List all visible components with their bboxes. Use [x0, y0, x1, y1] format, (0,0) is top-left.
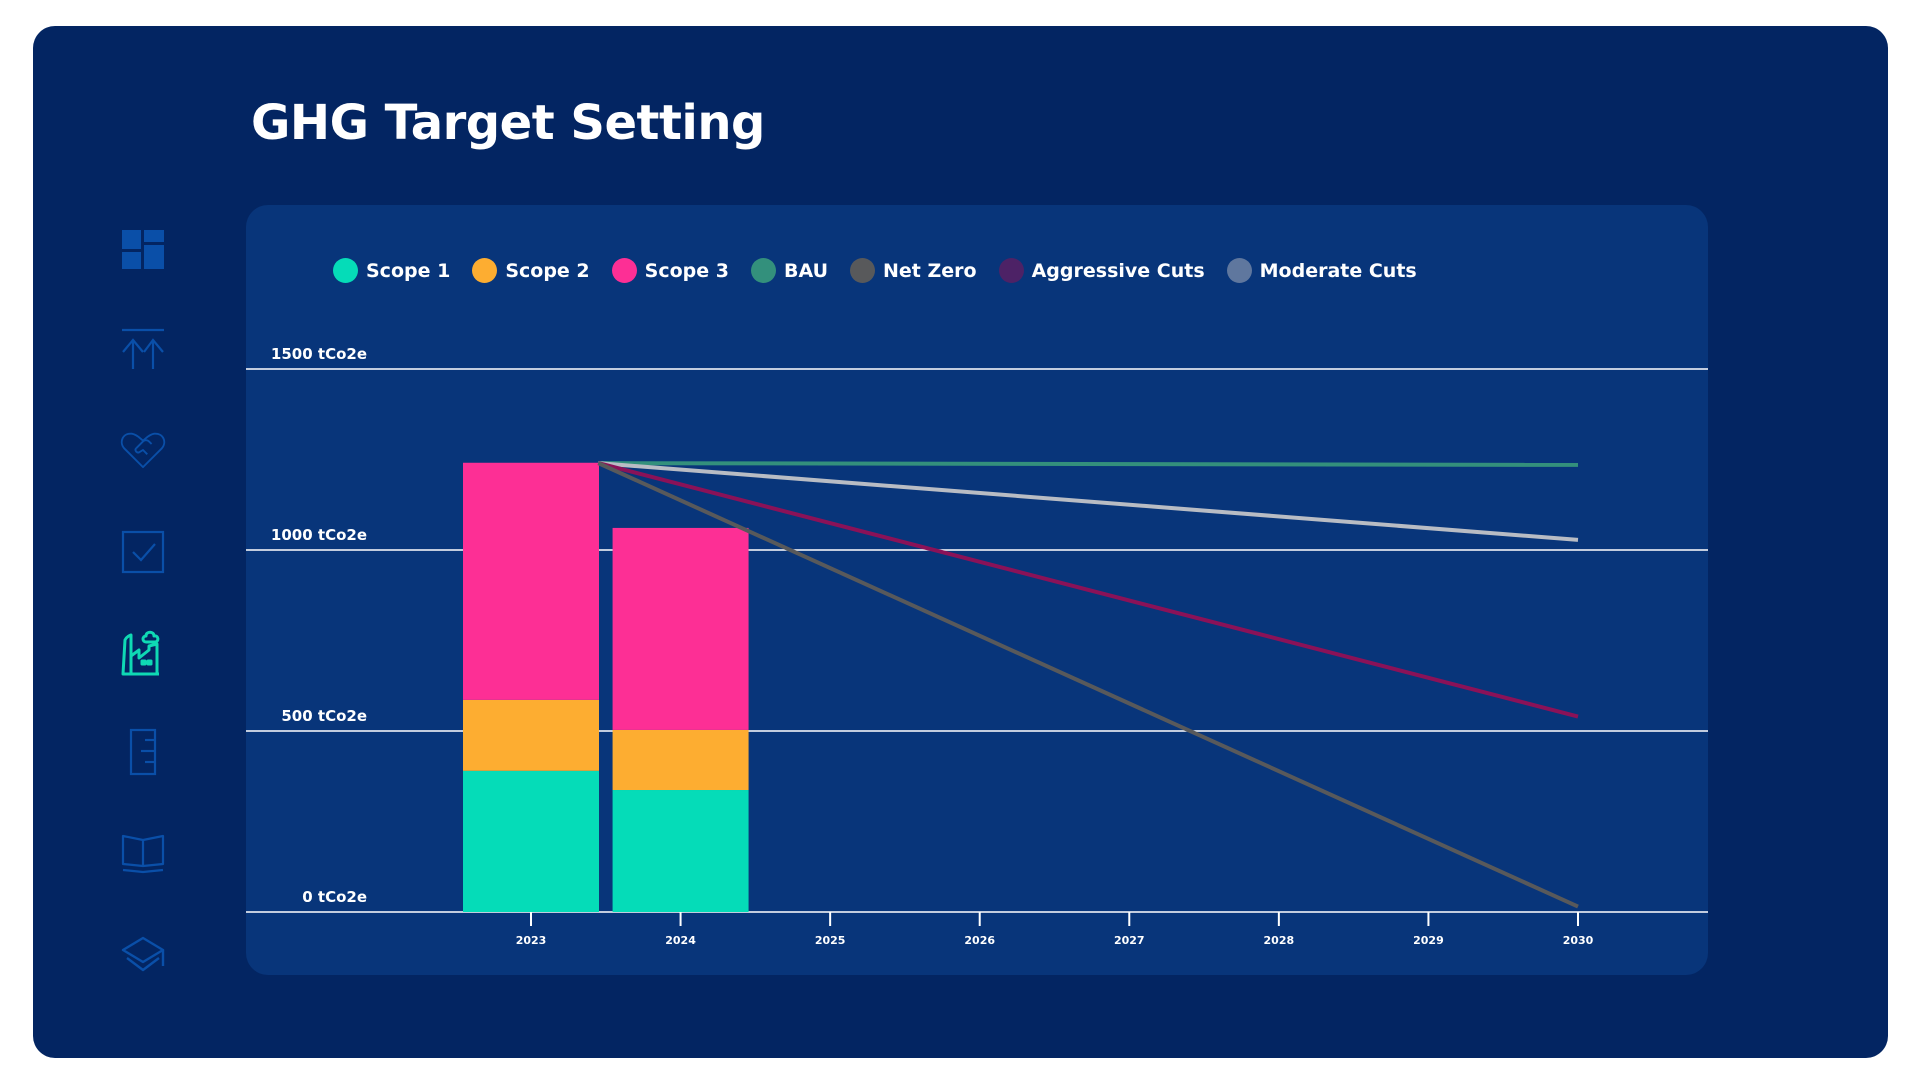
checkbox-icon: [121, 530, 165, 574]
factory-emissions-icon: [121, 630, 160, 676]
sidebar-item-upload[interactable]: [110, 320, 176, 380]
heart-handshake-icon: [120, 432, 166, 469]
legend-swatch: [1226, 258, 1252, 283]
chart-legend: Scope 1 Scope 2 Scope 3 BAU Net Zero Aggressi…: [333, 258, 1439, 283]
legend-item-aggressive-cuts[interactable]: Aggressive Cuts: [998, 258, 1205, 283]
legend-swatch: [850, 258, 876, 283]
graduation-cap-icon: [121, 936, 165, 972]
legend-label: BAU: [783, 259, 829, 282]
sidebar-item-measurements[interactable]: [110, 722, 176, 782]
legend-swatch: [611, 258, 637, 283]
page-title: GHG Target Setting: [251, 95, 765, 151]
sidebar-item-dashboard[interactable]: [110, 220, 176, 280]
sidebar-item-tasks[interactable]: [110, 522, 176, 582]
sidebar-item-training[interactable]: [110, 924, 176, 984]
legend-swatch: [472, 258, 498, 283]
legend-item-bau[interactable]: BAU: [750, 258, 829, 283]
dashboard-icon: [122, 230, 164, 269]
legend-item-net-zero[interactable]: Net Zero: [850, 258, 977, 283]
legend-swatch: [998, 258, 1024, 283]
legend-label: Moderate Cuts: [1259, 259, 1417, 282]
sidebar-item-ghg-target-setting[interactable]: [110, 622, 176, 682]
legend-label: Aggressive Cuts: [1031, 259, 1205, 282]
legend-swatch: [750, 258, 776, 283]
legend-item-scope-1[interactable]: Scope 1: [333, 258, 450, 283]
ruler-icon: [129, 728, 157, 776]
chart-card: [246, 205, 1708, 975]
legend-label: Scope 2: [505, 259, 590, 282]
legend-item-moderate-cuts[interactable]: Moderate Cuts: [1226, 258, 1417, 283]
sidebar-item-learning[interactable]: [110, 822, 176, 882]
upload-arrows-icon: [122, 328, 164, 369]
legend-item-scope-3[interactable]: Scope 3: [611, 258, 729, 283]
legend-label: Scope 3: [644, 259, 729, 282]
legend-swatch: [333, 258, 358, 283]
open-book-icon: [121, 834, 165, 874]
legend-label: Net Zero: [883, 259, 977, 282]
sidebar-item-partnerships[interactable]: [110, 420, 176, 480]
legend-label: Scope 1: [366, 259, 451, 282]
legend-item-scope-2[interactable]: Scope 2: [472, 258, 590, 283]
